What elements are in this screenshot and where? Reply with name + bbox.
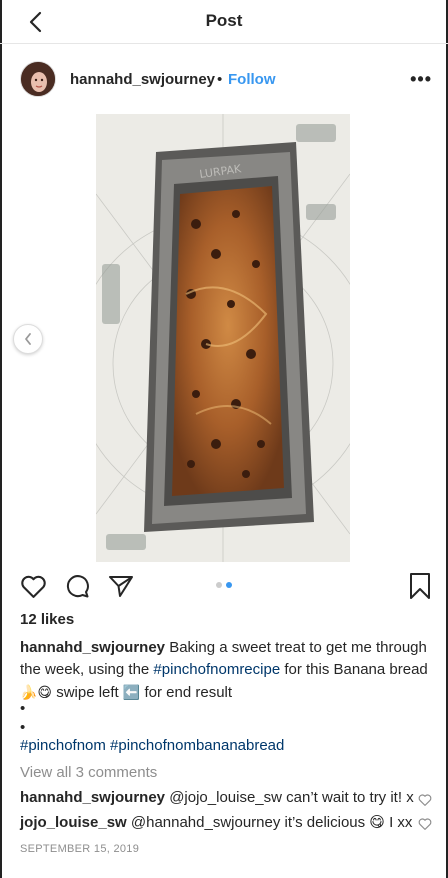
comment-icon [66, 575, 89, 598]
avatar-image [21, 62, 55, 96]
caption-end-text: for end result [140, 684, 233, 701]
carousel-dot [216, 582, 222, 588]
share-icon [109, 576, 133, 597]
bookmark-icon [410, 573, 430, 599]
likes-count[interactable]: 12 likes [20, 611, 74, 628]
comment-text: @hannahd_swjourney it’s delicious 😋 I xx [126, 814, 413, 831]
action-bar [0, 571, 448, 605]
caption-bullet: • [20, 719, 26, 736]
left-arrow-emoji: ⬅️ [122, 684, 141, 700]
save-button[interactable] [405, 571, 435, 601]
comment-username[interactable]: hannahd_swjourney [20, 789, 165, 806]
comment-heart-icon[interactable] [418, 793, 432, 807]
caption-swipe-text: swipe left [52, 684, 123, 701]
page-title: Post [205, 11, 243, 30]
banana-bread-photo: LURPAK [96, 114, 350, 562]
header-separator: • [217, 71, 223, 88]
share-button[interactable] [106, 571, 136, 601]
caption-hashtags[interactable]: #pinchofnom #pinchofnombananabread [20, 737, 284, 754]
post-header: hannahd_swjourney • Follow ••• [0, 57, 448, 103]
post-caption: hannahd_swjourney Baking a sweet treat t… [20, 637, 432, 704]
carousel-prev-button[interactable] [13, 324, 43, 354]
heart-icon [20, 575, 46, 598]
post-media: LURPAK [0, 114, 448, 562]
avatar[interactable] [20, 61, 56, 97]
carousel-dot-active [226, 582, 232, 588]
carousel-indicator [216, 582, 232, 588]
caption-text-after: for this Banana bread [280, 661, 428, 678]
top-bar: Post [0, 0, 448, 44]
comment-item: hannahd_swjourney @jojo_louise_sw can’t … [20, 789, 440, 806]
more-options-icon[interactable]: ••• [410, 69, 432, 90]
comment-button[interactable] [62, 571, 92, 601]
follow-button[interactable]: Follow [228, 71, 276, 88]
comment-text: @jojo_louise_sw can’t wait to try it! x [165, 789, 414, 806]
banana-emoji: 🍌😋 [20, 684, 53, 700]
post-date: SEPTEMBER 15, 2019 [20, 843, 140, 855]
comment-heart-icon[interactable] [418, 817, 432, 831]
carousel-prev-icon [25, 333, 31, 345]
comment-username[interactable]: jojo_louise_sw [20, 814, 127, 831]
post-image[interactable]: LURPAK [96, 114, 350, 562]
caption-bullet: • [20, 700, 26, 717]
view-all-comments-link[interactable]: View all 3 comments [20, 764, 157, 781]
caption-hashtag[interactable]: #pinchofnomrecipe [153, 661, 280, 678]
like-button[interactable] [18, 571, 48, 601]
post-author-username[interactable]: hannahd_swjourney [70, 71, 215, 88]
comment-item: jojo_louise_sw @hannahd_swjourney it’s d… [20, 813, 440, 831]
caption-username[interactable]: hannahd_swjourney [20, 639, 165, 656]
